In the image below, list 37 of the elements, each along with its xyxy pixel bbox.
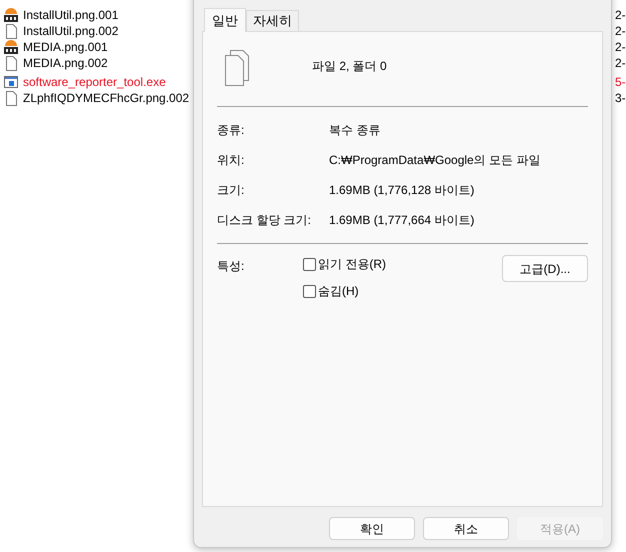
- tab[interactable]: 일반: [204, 8, 246, 32]
- checkbox-label[interactable]: 읽기 전용(R): [318, 255, 386, 273]
- date-cell-text: 2-: [615, 55, 626, 72]
- dialog-button[interactable]: 취소: [423, 517, 509, 540]
- date-cell-text: 3-: [615, 90, 626, 107]
- property-label: 크기:: [217, 182, 246, 199]
- file-icon: [3, 90, 19, 106]
- property-value: 1.69MB (1,776,128 바이트): [329, 182, 474, 199]
- file-name[interactable]: MEDIA.png.002: [23, 54, 108, 72]
- dialog-button[interactable]: 확인: [329, 517, 415, 540]
- archive-file-icon: [3, 7, 19, 23]
- checkbox[interactable]: [303, 284, 316, 298]
- property-label: 위치:: [217, 152, 246, 169]
- tab[interactable]: 자세히: [246, 10, 299, 31]
- property-value: C:₩ProgramData₩Google의 모든 파일: [329, 152, 540, 169]
- application-icon: [3, 74, 19, 90]
- property-label: 디스크 할당 크기:: [217, 212, 312, 229]
- date-cell-text: 2-: [615, 7, 626, 24]
- checkbox-label[interactable]: 숨김(H): [318, 282, 359, 300]
- file-icon: [3, 23, 19, 39]
- property-label: 종류:: [217, 122, 246, 139]
- file-name[interactable]: InstallUtil.png.001: [23, 6, 118, 24]
- attributes-label: 특성:: [217, 258, 246, 275]
- file-name[interactable]: MEDIA.png.001: [23, 38, 108, 56]
- property-value: 복수 종류: [329, 122, 380, 139]
- file-name[interactable]: ZLphfIQDYMECFhcGr.png.002: [23, 89, 190, 107]
- property-value: 1.69MB (1,777,664 바이트): [329, 212, 474, 229]
- archive-file-icon: [3, 39, 19, 55]
- date-cell-text: 5-: [615, 74, 626, 91]
- file-icon: [3, 55, 19, 71]
- file-name[interactable]: InstallUtil.png.002: [23, 22, 118, 40]
- date-cell-text: 2-: [615, 39, 626, 56]
- summary-text: 파일 2, 폴더 0: [312, 58, 387, 75]
- date-cell-text: 2-: [615, 23, 626, 40]
- checkbox[interactable]: [303, 258, 316, 270]
- advanced-button[interactable]: 고급(D)...: [502, 255, 588, 282]
- file-name[interactable]: software_reporter_tool.exe: [23, 73, 166, 91]
